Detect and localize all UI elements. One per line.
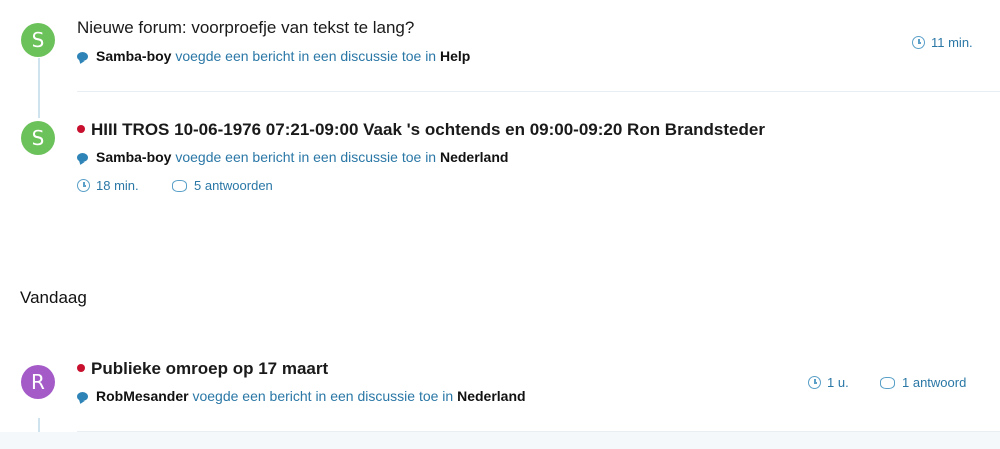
time-label: 1 u. bbox=[827, 375, 849, 390]
clock-icon bbox=[808, 376, 821, 389]
forum-link[interactable]: Help bbox=[440, 48, 470, 64]
forum-link[interactable]: Nederland bbox=[457, 388, 525, 404]
time-stat[interactable]: 11 min. bbox=[912, 35, 973, 50]
replies-icon bbox=[880, 377, 895, 389]
replies-label: 5 antwoorden bbox=[194, 178, 273, 193]
replies-stat[interactable]: 5 antwoorden bbox=[172, 178, 273, 193]
clock-icon bbox=[77, 179, 90, 192]
user-link[interactable]: Samba-boy bbox=[96, 48, 171, 64]
comment-bubble-icon bbox=[77, 392, 88, 401]
time-stat[interactable]: 18 min. bbox=[77, 178, 139, 193]
time-label: 18 min. bbox=[96, 178, 139, 193]
time-label: 11 min. bbox=[931, 35, 973, 50]
avatar[interactable]: R bbox=[21, 365, 55, 399]
forum-link[interactable]: Nederland bbox=[440, 149, 508, 165]
comment-bubble-icon bbox=[77, 153, 88, 162]
discussion-title-text: HIII TROS 10-06-1976 07:21-09:00 Vaak 's… bbox=[91, 120, 765, 139]
activity-action-text: voegde een bericht in een discussie toe … bbox=[175, 48, 437, 64]
comment-bubble-icon bbox=[77, 52, 88, 61]
user-link[interactable]: Samba-boy bbox=[96, 149, 171, 165]
avatar[interactable]: S bbox=[21, 23, 55, 57]
replies-stat[interactable]: 1 antwoord bbox=[880, 375, 966, 390]
activity-meta: Samba-boy voegde een bericht in een disc… bbox=[77, 48, 470, 64]
activity-action-text: voegde een bericht in een discussie toe … bbox=[192, 388, 454, 404]
divider bbox=[77, 91, 1000, 92]
next-item-band bbox=[0, 432, 1000, 449]
activity-action-text: voegde een bericht in een discussie toe … bbox=[175, 149, 437, 165]
clock-icon bbox=[912, 36, 925, 49]
discussion-title-link[interactable]: Publieke omroep op 17 maart bbox=[77, 359, 328, 379]
replies-icon bbox=[172, 180, 187, 192]
unread-dot-icon bbox=[77, 364, 85, 372]
timeline-line bbox=[38, 58, 40, 118]
activity-meta: RobMesander voegde een bericht in een di… bbox=[77, 388, 526, 404]
discussion-title-text: Publieke omroep op 17 maart bbox=[91, 359, 329, 378]
discussion-title-link[interactable]: Nieuwe forum: voorproefje van tekst te l… bbox=[77, 18, 414, 38]
avatar[interactable]: S bbox=[21, 121, 55, 155]
replies-label: 1 antwoord bbox=[902, 375, 967, 390]
user-link[interactable]: RobMesander bbox=[96, 388, 189, 404]
activity-meta: Samba-boy voegde een bericht in een disc… bbox=[77, 149, 508, 165]
section-heading: Vandaag bbox=[20, 288, 87, 307]
discussion-title-link[interactable]: HIII TROS 10-06-1976 07:21-09:00 Vaak 's… bbox=[77, 120, 765, 140]
unread-dot-icon bbox=[77, 125, 85, 133]
time-stat[interactable]: 1 u. bbox=[808, 375, 849, 390]
